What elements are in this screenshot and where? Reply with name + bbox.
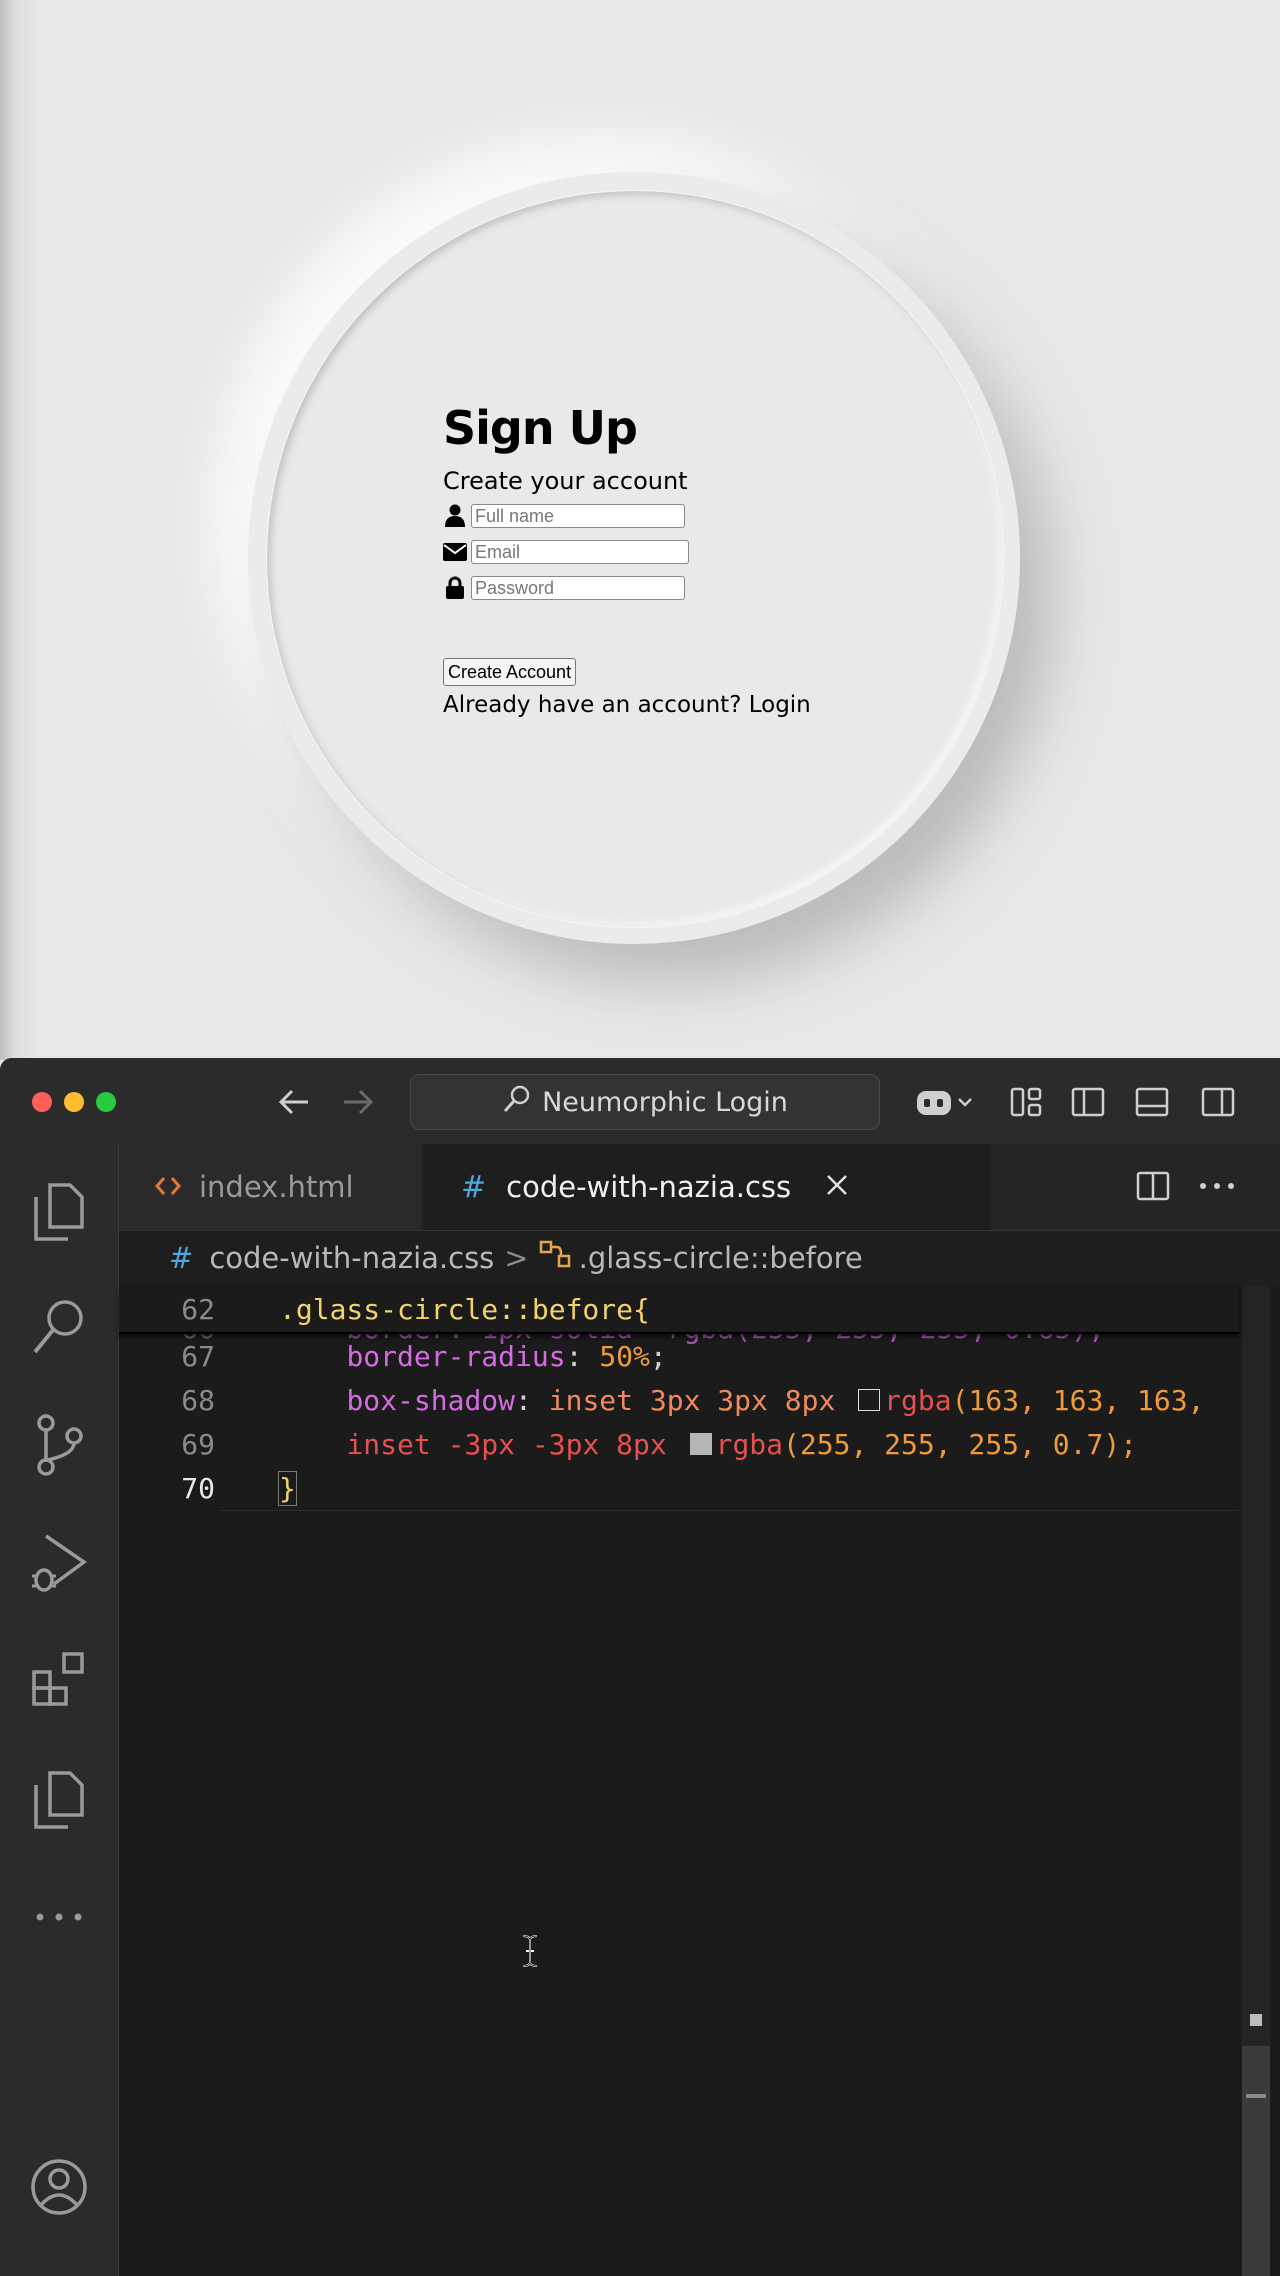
tab-label: code-with-nazia.css bbox=[506, 1170, 792, 1204]
scrollbar-marker bbox=[1250, 2014, 1262, 2026]
css-function: rgba bbox=[884, 1383, 952, 1417]
more-actions-icon[interactable] bbox=[1199, 1164, 1235, 1208]
css-property: border-radius bbox=[346, 1339, 566, 1373]
command-center-label: Neumorphic Login bbox=[542, 1086, 788, 1118]
code-line: 68 box-shadow: inset 3px 3px 8px rgba (16… bbox=[119, 1378, 1204, 1422]
scrollbar-thumb[interactable] bbox=[1242, 2046, 1270, 2276]
forward-arrow-icon[interactable] bbox=[336, 1080, 380, 1124]
code-line: 62 .glass-circle::before{ bbox=[119, 1287, 650, 1331]
full-name-input[interactable] bbox=[471, 504, 685, 528]
close-icon[interactable] bbox=[825, 1170, 849, 1204]
password-row bbox=[443, 570, 863, 606]
line-number: 69 bbox=[181, 1427, 215, 1461]
color-swatch[interactable] bbox=[689, 1433, 712, 1455]
cursor-position-marker bbox=[1246, 2094, 1266, 2098]
create-account-button[interactable]: Create Account bbox=[443, 658, 577, 686]
envelope-icon bbox=[443, 539, 467, 565]
search-icon bbox=[502, 1084, 532, 1121]
vertical-scrollbar[interactable] bbox=[1242, 1286, 1270, 2276]
toggle-secondary-sidebar-icon[interactable] bbox=[1196, 1080, 1240, 1124]
back-arrow-icon[interactable] bbox=[272, 1080, 316, 1124]
code-editor[interactable]: 62.glass-circle::before{ 66 border: 1px … bbox=[119, 1286, 1280, 2276]
line-number: 68 bbox=[181, 1383, 215, 1417]
tab-index-html[interactable]: index.html bbox=[119, 1144, 421, 1230]
line-number: 70 bbox=[181, 1471, 215, 1505]
current-line-border bbox=[219, 1510, 1239, 1511]
more-icon[interactable] bbox=[26, 1884, 92, 1950]
browser-preview: Sign Up Create your account Create Accou… bbox=[0, 0, 1280, 1060]
minimize-window-button[interactable] bbox=[64, 1092, 84, 1112]
css-icon: # bbox=[169, 1241, 194, 1275]
source-control-icon[interactable] bbox=[26, 1412, 92, 1478]
email-row bbox=[443, 534, 863, 570]
tab-label: index.html bbox=[199, 1170, 354, 1204]
toggle-primary-sidebar-icon[interactable] bbox=[1066, 1080, 1110, 1124]
copilot-icon[interactable] bbox=[912, 1080, 978, 1124]
breadcrumb-file[interactable]: code-with-nazia.css bbox=[209, 1241, 494, 1275]
breadcrumb-symbol[interactable]: .glass-circle::before bbox=[579, 1241, 863, 1275]
closing-brace: } bbox=[278, 1470, 297, 1506]
form-subtitle: Create your account bbox=[443, 467, 688, 495]
symbol-icon bbox=[539, 1240, 573, 1277]
css-value: inset -3px -3px 8px bbox=[346, 1427, 684, 1461]
css-value: inset 3px 3px 8px bbox=[548, 1383, 853, 1417]
code-line: 69 inset -3px -3px 8px rgba (255, 255, 25… bbox=[119, 1422, 1137, 1466]
breadcrumb: # code-with-nazia.css > .glass-circle::b… bbox=[119, 1230, 1280, 1286]
css-property: box-shadow bbox=[346, 1383, 516, 1417]
maximize-window-button[interactable] bbox=[96, 1092, 116, 1112]
extensions-icon[interactable] bbox=[26, 1646, 92, 1712]
toggle-panel-icon[interactable] bbox=[1130, 1080, 1174, 1124]
title-bar: Neumorphic Login bbox=[0, 1058, 1280, 1145]
run-debug-icon[interactable] bbox=[26, 1530, 92, 1596]
css-args: (163, 163, 163, bbox=[951, 1383, 1205, 1417]
breadcrumb-separator: > bbox=[504, 1241, 529, 1275]
tab-code-with-nazia-css[interactable]: # code-with-nazia.css bbox=[423, 1144, 991, 1230]
activity-bar bbox=[0, 1144, 119, 2276]
css-args: (255, 255, 255, 0.7); bbox=[783, 1427, 1138, 1461]
email-input[interactable] bbox=[471, 540, 689, 564]
color-swatch[interactable] bbox=[858, 1389, 881, 1411]
command-center-search[interactable]: Neumorphic Login bbox=[410, 1074, 880, 1130]
explorer-icon[interactable] bbox=[26, 1178, 92, 1244]
account-icon[interactable] bbox=[26, 2154, 92, 2220]
editor-tab-bar: index.html # code-with-nazia.css bbox=[119, 1144, 1280, 1231]
search-icon[interactable] bbox=[26, 1294, 92, 1360]
customize-layout-icon[interactable] bbox=[1004, 1080, 1048, 1124]
lock-icon bbox=[443, 575, 467, 601]
line-number: 62 bbox=[181, 1292, 215, 1326]
password-input[interactable] bbox=[471, 576, 685, 600]
code-line: 70} bbox=[119, 1466, 297, 1510]
split-editor-icon[interactable] bbox=[1136, 1164, 1170, 1208]
css-function: rgba bbox=[715, 1427, 784, 1461]
code-line: 67 border-radius: 50%; bbox=[119, 1334, 666, 1378]
page-title: Sign Up bbox=[443, 401, 638, 455]
sticky-scroll-header[interactable]: 62 .glass-circle::before{ bbox=[119, 1286, 1239, 1334]
css-selector: .glass-circle::before{ bbox=[279, 1292, 650, 1326]
css-icon: # bbox=[461, 1169, 487, 1205]
text-cursor-icon bbox=[519, 1934, 541, 1975]
explorer-copy-icon[interactable] bbox=[26, 1766, 92, 1832]
user-icon bbox=[443, 503, 467, 529]
signup-form: Sign Up Create your account Create Accou… bbox=[443, 396, 863, 718]
line-number: 67 bbox=[181, 1339, 215, 1373]
close-window-button[interactable] bbox=[32, 1092, 52, 1112]
vscode-window: Neumorphic Login index.html # code-with-… bbox=[0, 1058, 1280, 2276]
full-name-row bbox=[443, 498, 863, 534]
css-value: 50% bbox=[599, 1339, 650, 1373]
html-icon bbox=[155, 1170, 181, 1204]
login-link[interactable]: Already have an account? Login bbox=[443, 692, 863, 718]
